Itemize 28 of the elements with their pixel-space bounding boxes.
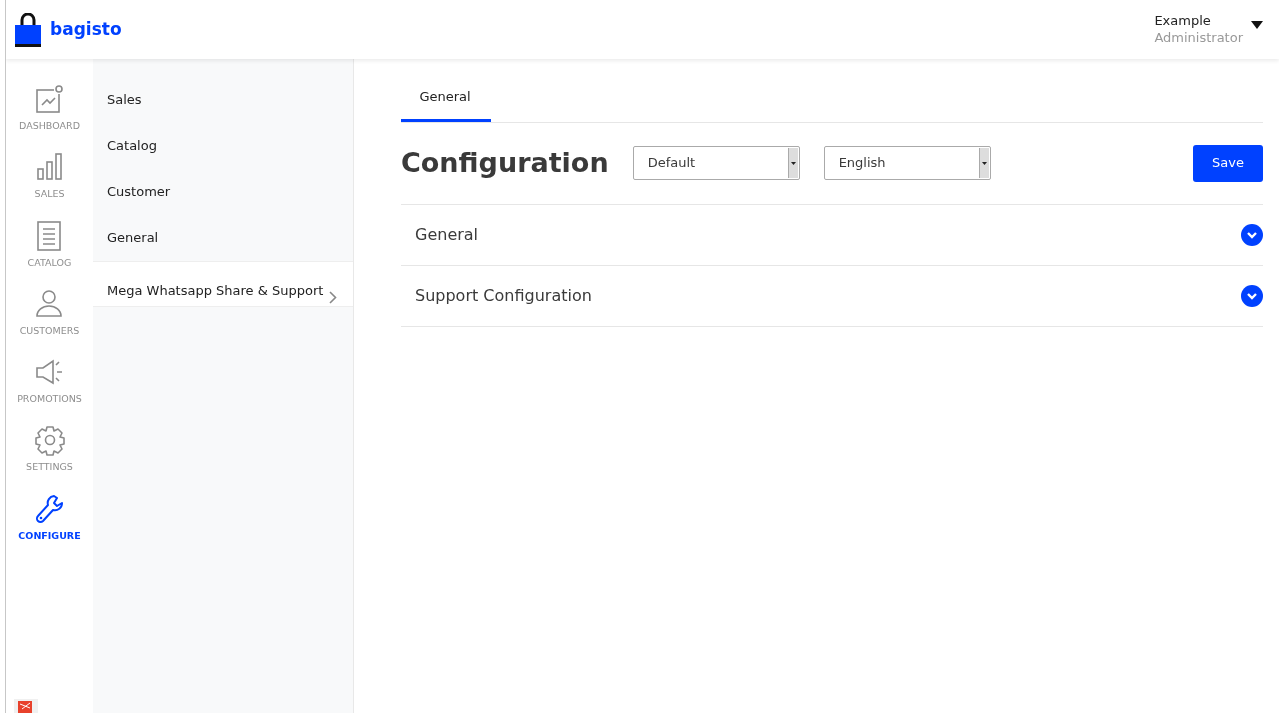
accordion-header[interactable]: Support Configuration	[401, 264, 1263, 326]
settings-icon	[33, 424, 66, 457]
chevron-right-icon	[329, 291, 337, 304]
submenu-item[interactable]: Catalog	[93, 123, 353, 169]
caret-icon	[981, 161, 987, 165]
save-button[interactable]: Save	[1193, 144, 1263, 182]
shopping-bag-icon	[14, 12, 42, 47]
wrench-icon	[33, 492, 66, 525]
submenu-item[interactable]: Customer	[93, 169, 353, 215]
user-name: Example	[1154, 13, 1212, 30]
user-role: Administrator	[1154, 29, 1243, 46]
channel-select[interactable]: Default	[632, 146, 800, 180]
page-title: Configuration	[401, 146, 609, 180]
accordion-header[interactable]: General	[401, 203, 1263, 265]
submenu-item[interactable]: Sales	[93, 77, 353, 123]
submenu-item[interactable]: General	[93, 215, 353, 261]
tab[interactable]: General	[401, 75, 491, 122]
brand-name: bagisto	[50, 17, 122, 41]
sidebar-nav-item[interactable]: SALES	[6, 143, 93, 212]
dropdown-caret-icon[interactable]	[1251, 21, 1263, 30]
locale-select[interactable]: English	[823, 146, 991, 180]
caret-icon	[790, 161, 796, 165]
sidebar-nav-item[interactable]: SETTINGS	[6, 416, 93, 485]
sidebar-nav-item[interactable]: CONFIGURE	[6, 484, 93, 553]
chart-frame-icon	[33, 83, 66, 115]
submenu-item[interactable]: Mega Whatsapp Share & Support	[93, 261, 353, 307]
debug-bar-icon[interactable]	[14, 699, 38, 713]
sidebar-nav-item[interactable]: CUSTOMERS	[6, 279, 93, 348]
